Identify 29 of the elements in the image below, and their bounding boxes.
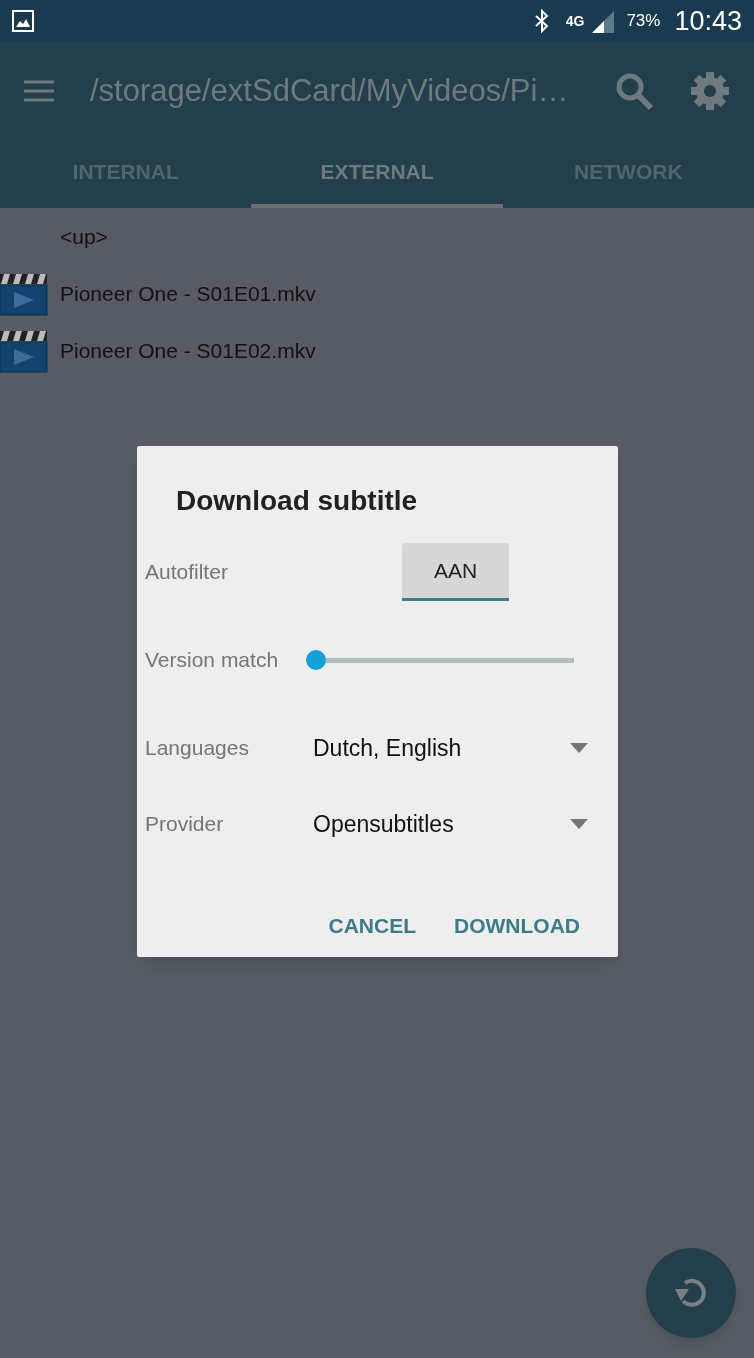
dialog-button[interactable]: DOWNLOAD: [454, 910, 580, 942]
settings-icon[interactable]: [690, 71, 730, 111]
tab[interactable]: EXTERNAL: [251, 140, 503, 208]
slider-thumb[interactable]: [306, 650, 326, 670]
dropdown-value[interactable]: Dutch, English: [313, 730, 570, 766]
toggle-button[interactable]: AAN: [402, 543, 509, 601]
setting-label: Version match: [145, 647, 280, 674]
dropdown-arrow-icon[interactable]: [570, 743, 588, 753]
network-type: 4G: [565, 14, 585, 28]
video-clapper-icon: [0, 328, 48, 373]
dialog-title: Download subtitle: [175, 484, 419, 518]
setting-label: Languages: [145, 735, 250, 762]
menu-icon[interactable]: [24, 80, 54, 102]
folder-path: /storage/extSdCard/MyVideos/Pi…: [90, 71, 570, 110]
dropdown-arrow-icon[interactable]: [570, 819, 588, 829]
dropdown-value[interactable]: Opensubtitles: [313, 806, 570, 842]
setting-label: Provider: [145, 811, 225, 838]
bluetooth-icon: [533, 9, 550, 33]
battery-percent: 73%: [626, 10, 661, 33]
file-name[interactable]: Pioneer One - S01E01.mkv: [60, 277, 316, 310]
image-icon: [12, 10, 34, 32]
signal-icon: [590, 9, 617, 33]
file-name[interactable]: Pioneer One - S01E02.mkv: [60, 334, 316, 367]
dialog-button[interactable]: CANCEL: [328, 910, 416, 942]
setting-label: Autofilter: [145, 559, 229, 586]
clock: 10:43: [674, 4, 742, 38]
search-icon[interactable]: [614, 71, 654, 111]
video-clapper-icon: [0, 271, 48, 316]
file-name[interactable]: <up>: [60, 220, 108, 253]
